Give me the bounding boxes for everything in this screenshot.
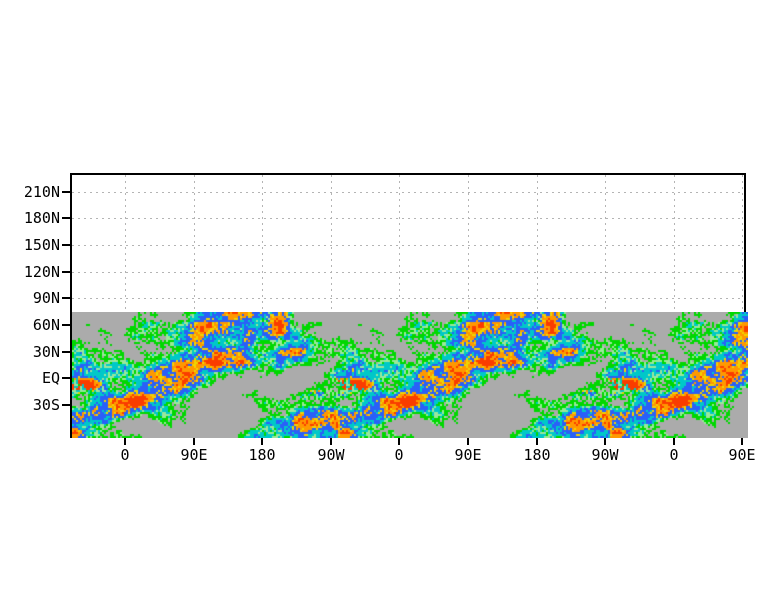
y-axis-tick-label: 60N <box>0 317 60 333</box>
y-axis-tick-label: 30N <box>0 344 60 360</box>
y-axis-tick <box>62 404 70 406</box>
y-axis-tick <box>62 351 70 353</box>
x-axis-tick <box>673 438 675 445</box>
y-axis-tick <box>62 324 70 326</box>
y-axis-tick-label: EQ <box>0 370 60 386</box>
y-axis-tick-label: 210N <box>0 184 60 200</box>
x-axis-tick-label: 90E <box>712 447 772 463</box>
y-axis-tick-label: 150N <box>0 237 60 253</box>
y-axis-tick <box>62 377 70 379</box>
x-axis-tick <box>398 438 400 445</box>
data-field-canvas <box>72 312 748 438</box>
x-axis-tick-label: 180 <box>232 447 292 463</box>
y-axis-tick <box>62 244 70 246</box>
y-axis-tick <box>62 191 70 193</box>
x-axis-tick-label: 0 <box>95 447 155 463</box>
x-axis-tick-label: 90W <box>301 447 361 463</box>
x-axis-tick <box>536 438 538 445</box>
x-axis-tick <box>330 438 332 445</box>
x-axis-tick-label: 180 <box>507 447 567 463</box>
y-axis-tick <box>62 297 70 299</box>
y-axis-tick <box>62 271 70 273</box>
grads-map-plot: 210N 180N 150N 120N 90N 60N 30N EQ 30S 0 90E 180 90W… <box>0 0 784 612</box>
x-axis-tick <box>261 438 263 445</box>
y-axis-tick-label: 30S <box>0 397 60 413</box>
x-axis-tick <box>467 438 469 445</box>
y-axis-tick-label: 180N <box>0 210 60 226</box>
x-axis-tick <box>193 438 195 445</box>
x-axis-tick-label: 90E <box>438 447 498 463</box>
y-axis-tick <box>62 217 70 219</box>
x-axis-tick-label: 0 <box>644 447 704 463</box>
x-axis-tick <box>604 438 606 445</box>
x-axis-tick-label: 90E <box>164 447 224 463</box>
x-axis-tick <box>741 438 743 445</box>
y-axis-tick-label: 90N <box>0 290 60 306</box>
x-axis-tick-label: 0 <box>369 447 429 463</box>
x-axis-tick-label: 90W <box>575 447 635 463</box>
x-axis-tick <box>124 438 126 445</box>
y-axis-tick-label: 120N <box>0 264 60 280</box>
